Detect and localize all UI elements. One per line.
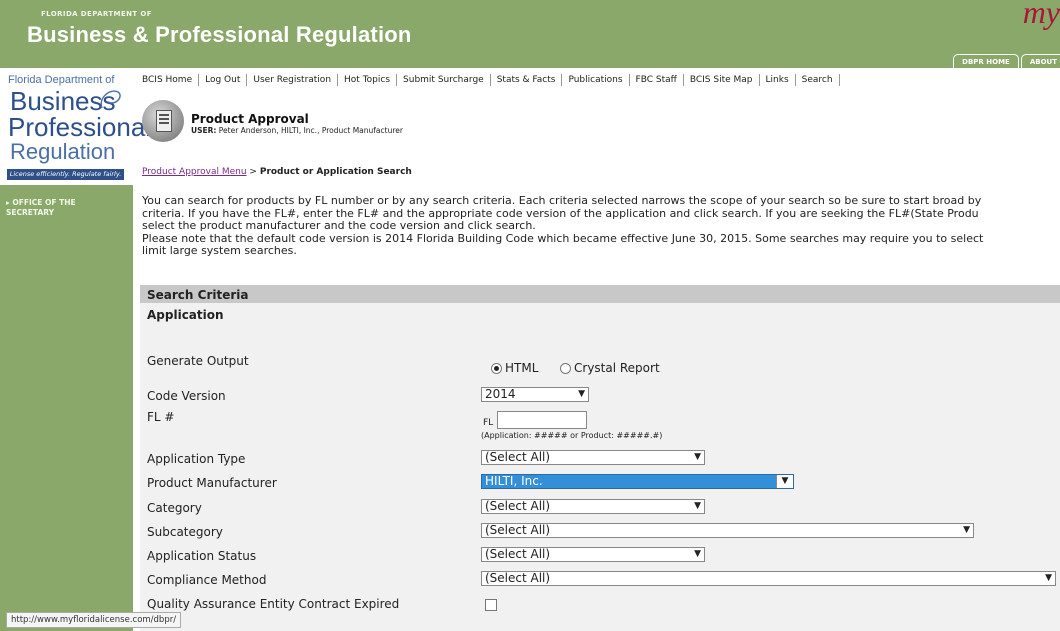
breadcrumb: Product Approval Menu > Product or Appli… [142,167,412,177]
dept-title: Business & Professional Regulation [27,22,412,47]
nav-log-out[interactable]: Log Out [199,74,248,86]
radio-selected-icon [491,362,502,374]
instructions-line: Please note that the default code versio… [142,232,984,245]
sidebar-item-label: OFFICE OF THE SECRETARY [6,198,76,217]
output-html-radio[interactable]: HTML [491,361,538,375]
chevron-down-icon: ▼ [776,475,793,488]
manufacturer-select[interactable]: HILTI, Inc. ▼ [481,474,794,489]
logo-line3: Professional [8,112,152,142]
fl-number-hint: (Application: ##### or Product: #####.#) [481,431,663,440]
nav-fbc-staff[interactable]: FBC Staff [630,74,684,86]
breadcrumb-current: Product or Application Search [259,167,412,177]
subcategory-label: Subcategory [147,525,223,539]
instructions-line: select the product manufacturer and the … [142,220,536,233]
fl-prefix: FL [483,418,494,428]
instructions-text: You can search for products by FL number… [142,195,1060,258]
application-type-value: (Select All) [485,450,551,464]
application-status-select[interactable]: (Select All) ▼ [481,547,705,562]
subcategory-value: (Select All) [485,523,551,537]
sidebar-item-office-of-the-secretary[interactable]: ▸ OFFICE OF THE SECRETARY [6,198,124,218]
building-icon [156,110,172,132]
product-approval-icon [142,100,184,142]
logo-swirl-icon [100,90,121,109]
application-status-value: (Select All) [485,547,551,561]
nav-stats-facts[interactable]: Stats & Facts [491,74,563,86]
browser-status-bar: http://www.myfloridalicense.com/dbpr/ [6,612,182,628]
breadcrumb-separator: > [249,167,257,177]
category-label: Category [147,501,202,515]
instructions-line: criteria. If you have the FL#, enter the… [142,207,979,220]
manufacturer-value: HILTI, Inc. [485,474,543,488]
chevron-down-icon: ▼ [694,501,701,511]
nav-links[interactable]: Links [760,74,796,86]
fl-number-label: FL # [147,410,175,424]
category-select[interactable]: (Select All) ▼ [481,499,705,514]
nav-user-registration[interactable]: User Registration [247,74,339,86]
logo-line4: Regulation [10,139,116,164]
chevron-down-icon: ▼ [578,389,585,399]
compliance-method-label: Compliance Method [147,573,267,587]
chevron-down-icon: ▼ [963,525,970,535]
user-value: Peter Anderson, HILTI, Inc., Product Man… [218,126,403,135]
manufacturer-label: Product Manufacturer [147,476,277,490]
chevron-down-icon: ▼ [694,549,701,559]
compliance-method-select[interactable]: (Select All) ▼ [481,571,1056,586]
qa-expired-checkbox[interactable] [485,599,497,611]
compliance-method-value: (Select All) [485,571,551,585]
nav-hot-topics[interactable]: Hot Topics [338,74,398,86]
fl-number-input[interactable] [497,411,587,429]
tab-dbpr-home[interactable]: DBPR HOME [953,54,1019,68]
output-html-label: HTML [505,361,539,375]
code-version-select[interactable]: 2014 ▼ [481,387,589,402]
code-version-label: Code Version [147,389,226,403]
output-crystal-label: Crystal Report [574,361,660,375]
category-value: (Select All) [485,499,551,513]
application-status-label: Application Status [147,549,257,563]
instructions-line: limit large system searches. [142,245,297,258]
nav-search[interactable]: Search [796,74,840,86]
breadcrumb-product-approval-menu[interactable]: Product Approval Menu [142,167,247,177]
application-subheading: Application [147,308,224,322]
page-title: Product Approval [191,112,309,126]
generate-output-label: Generate Output [147,354,249,368]
top-nav: BCIS Home Log Out User Registration Hot … [142,73,840,87]
application-type-label: Application Type [147,452,246,466]
header-tabs: DBPR HOME ABOUT [953,54,1060,68]
subcategory-select[interactable]: (Select All) ▼ [481,523,974,538]
radio-unselected-icon [560,362,571,374]
code-version-value: 2014 [485,387,516,401]
nav-bcis-site-map[interactable]: BCIS Site Map [684,74,760,86]
application-type-select[interactable]: (Select All) ▼ [481,450,705,465]
tab-about[interactable]: ABOUT [1020,54,1060,68]
search-criteria-header: Search Criteria [140,285,1060,303]
chevron-down-icon: ▼ [694,452,701,462]
chevron-down-icon: ▼ [1045,573,1052,583]
user-label: USER: [191,126,217,135]
nav-submit-surcharge[interactable]: Submit Surcharge [397,74,491,86]
dept-small-title: FLORIDA DEPARTMENT OF [41,10,152,18]
output-crystal-radio[interactable]: Crystal Report [560,361,660,375]
nav-publications[interactable]: Publications [562,74,630,86]
site-header: FLORIDA DEPARTMENT OF Business & Profess… [0,0,1060,68]
qa-expired-label: Quality Assurance Entity Contract Expire… [147,597,400,611]
nav-bcis-home[interactable]: BCIS Home [142,74,200,86]
search-criteria-title: Search Criteria [147,288,249,302]
instructions-line: You can search for products by FL number… [142,195,982,207]
left-sidebar: Florida Department of Business Professio… [0,68,151,631]
user-info: USER: Peter Anderson, HILTI, Inc., Produ… [191,126,403,135]
logo-tagline: License efficiently. Regulate fairly. [7,169,124,180]
dbpr-logo[interactable]: Florida Department of Business Professio… [0,68,151,185]
brand-logo[interactable]: my [1023,0,1060,31]
